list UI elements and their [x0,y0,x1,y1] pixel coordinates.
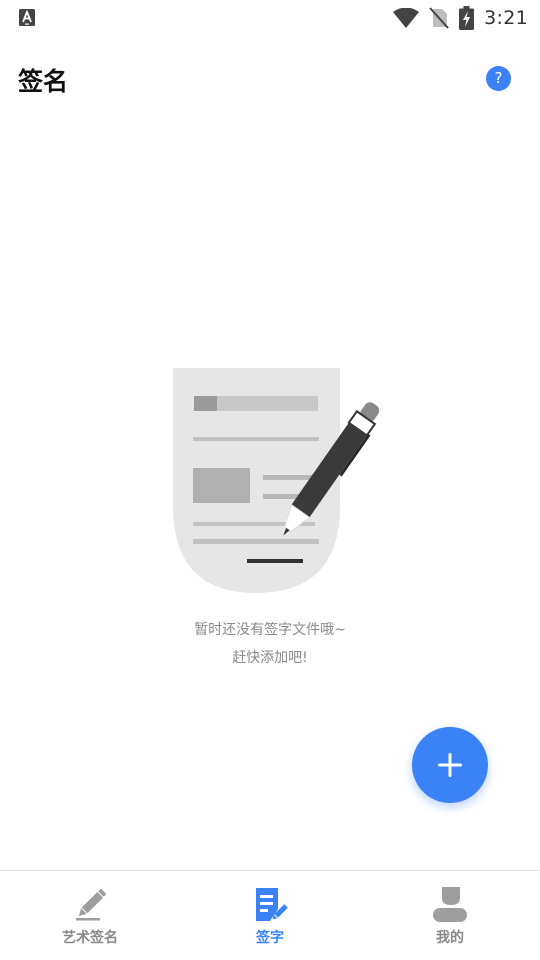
help-button[interactable]: ? [486,66,511,91]
nav-item-sign[interactable]: 签字 [180,871,360,960]
help-icon: ? [494,69,503,87]
text-a-icon [19,9,35,26]
empty-state-message: 暂时还没有签字文件哦~ [194,622,346,638]
nav-label-mine: 我的 [436,930,464,946]
profile-icon [433,887,467,922]
bottom-nav: 艺术签名 签字 我的 [0,870,540,960]
battery-charging-icon [459,6,475,30]
status-bar: 3:21 [0,0,540,36]
header: 签名 ? [0,52,540,104]
nav-label-art-signature: 艺术签名 [62,930,118,946]
pen-icon [76,889,106,921]
add-button[interactable] [412,727,488,803]
status-time: 3:21 [484,7,528,29]
no-sim-icon [429,7,449,29]
nav-label-sign: 签字 [256,930,284,946]
empty-state-hint: 赶快添加吧! [232,650,308,666]
page-title: 签名 [18,67,69,96]
status-icons: 3:21 [393,5,528,31]
document-signing-pen-illustration [173,368,380,593]
nav-item-mine[interactable]: 我的 [360,871,540,960]
sign-document-icon [256,888,288,921]
wifi-icon [393,8,420,28]
nav-item-art-signature[interactable]: 艺术签名 [0,871,180,960]
plus-icon [438,753,462,777]
